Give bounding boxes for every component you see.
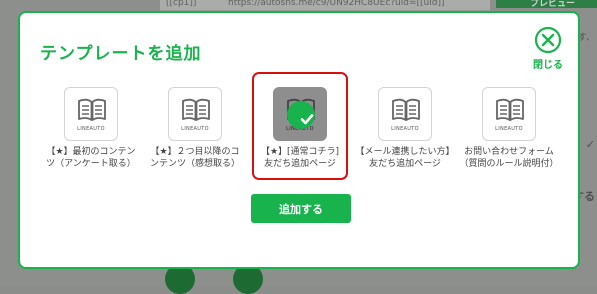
- template-item-mail-friend-add-page[interactable]: LINEAUTO 【メール連携したい方】 友だち追加ページ: [354, 85, 456, 170]
- template-item-first-content[interactable]: LINEAUTO 【★】最初のコンテン ツ（アンケート取る）: [40, 85, 142, 170]
- template-thumbnail: LINEAUTO: [64, 87, 118, 141]
- template-item-second-content[interactable]: LINEAUTO 【★】２つ目以降のコ ンテンツ（感想取る）: [144, 85, 246, 170]
- background-url-value: https://autosns.me/c9/UN92HC8UEc?uid=[[u…: [228, 0, 445, 8]
- template-brand-logo: LINEAUTO: [77, 126, 105, 132]
- add-template-button[interactable]: 追加する: [251, 194, 351, 223]
- template-name: お問い合わせフォーム （質問のルール説明付）: [459, 147, 559, 169]
- template-thumbnail: LINEAUTO: [273, 87, 327, 141]
- template-brand-logo: LINEAUTO: [495, 126, 523, 132]
- template-thumbnail: LINEAUTO: [378, 87, 432, 141]
- template-thumbnail: LINEAUTO: [168, 87, 222, 141]
- book-icon: [496, 98, 524, 121]
- selected-badge: [287, 101, 315, 129]
- template-name: 【メール連携したい方】 友だち追加ページ: [355, 147, 455, 169]
- template-brand-logo: LINEAUTO: [391, 126, 419, 132]
- book-icon: [78, 98, 106, 121]
- book-icon: [392, 98, 420, 121]
- template-modal: テンプレートを追加 閉じる LINEAUTO 【★】最初のコンテン ツ（アンケー…: [18, 11, 580, 269]
- template-name: 【★】２つ目以降のコ ンテンツ（感想取る）: [149, 147, 240, 169]
- close-circle-icon: [534, 26, 562, 54]
- template-name: 【★】最初のコンテン ツ（アンケート取る）: [46, 147, 136, 169]
- template-name: 【★】[通常コチラ] 友だち追加ページ: [260, 147, 340, 169]
- background-preview-button: プレビュー: [496, 0, 597, 8]
- close-button[interactable]: 閉じる: [528, 26, 568, 72]
- background-chevron-icon: ✓: [585, 138, 595, 151]
- background-text: す、: [577, 33, 595, 43]
- book-icon: [182, 98, 210, 121]
- background-url-field: [[cp1]] https://autosns.me/c9/UN92HC8UEc…: [160, 0, 490, 11]
- template-item-inquiry-form[interactable]: LINEAUTO お問い合わせフォーム （質問のルール説明付）: [458, 85, 560, 170]
- checkmark-icon: [300, 114, 314, 125]
- close-label: 閉じる: [533, 60, 563, 71]
- background-url-key: [[cp1]]: [166, 0, 197, 8]
- template-item-friend-add-page[interactable]: LINEAUTO 【★】[通常コチラ] 友だち追加ページ: [249, 85, 351, 170]
- template-list: LINEAUTO 【★】最初のコンテン ツ（アンケート取る） LINEAUTO …: [20, 85, 578, 180]
- template-thumbnail: LINEAUTO: [482, 87, 536, 141]
- template-brand-logo: LINEAUTO: [181, 126, 209, 132]
- modal-title: テンプレートを追加: [40, 44, 202, 64]
